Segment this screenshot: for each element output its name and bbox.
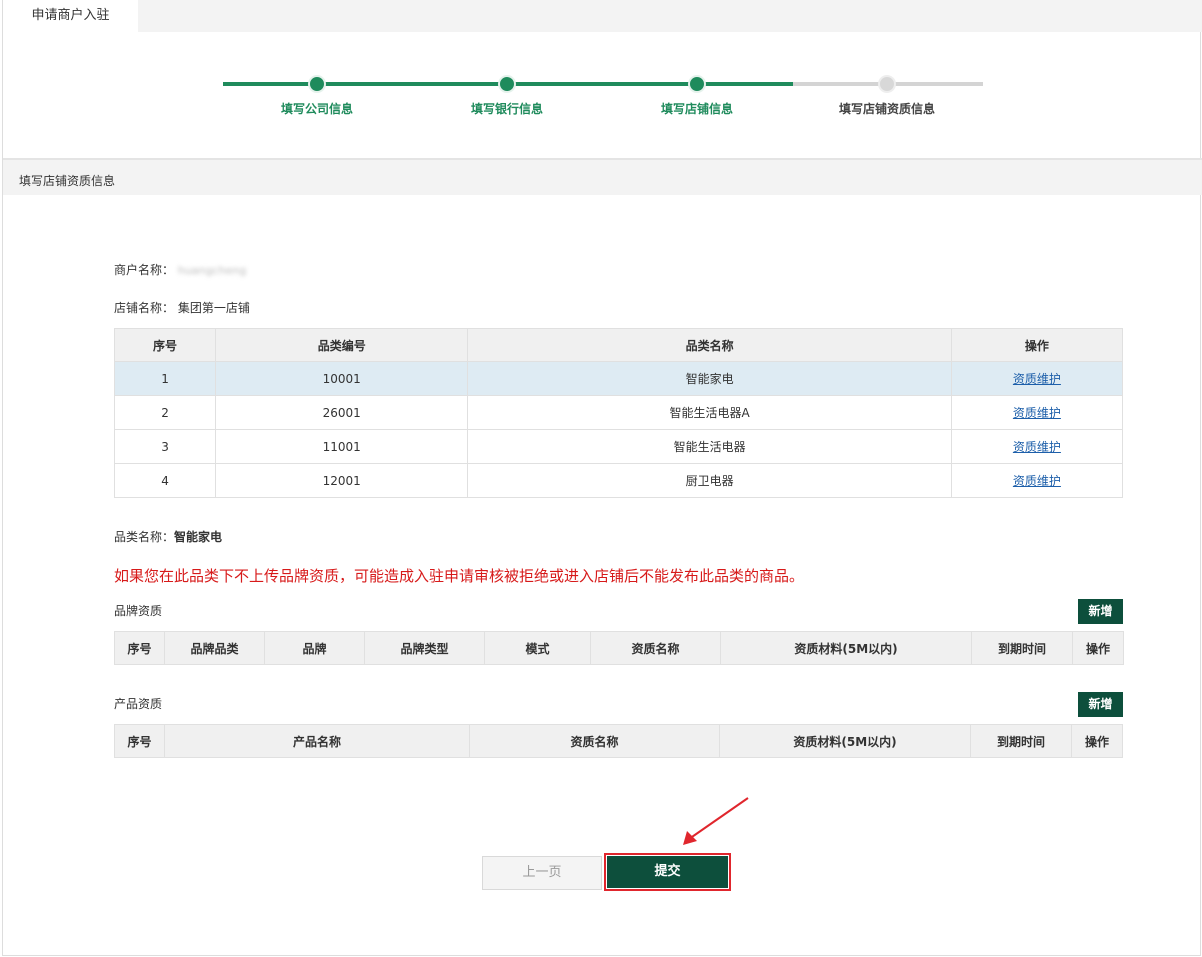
page-frame: 申请商户入驻 填写公司信息 填写银行信息 填写店铺信息 填写店铺资质信息 填写店…: [2, 0, 1202, 956]
step-3-dot: [688, 75, 706, 93]
header-qualification-material: 资质材料(5M以内): [719, 724, 971, 758]
section-title: 填写店铺资质信息: [19, 174, 116, 188]
row-no: 3: [113, 429, 217, 464]
header-product-name: 产品名称: [164, 724, 470, 758]
tab-bar: 申请商户入驻: [3, 0, 1202, 32]
step-1-label: 填写公司信息: [280, 102, 353, 116]
selected-category-row: 品类名称：智能家电: [114, 528, 222, 545]
row-name: 厨卫电器: [467, 463, 952, 498]
table-row[interactable]: 2 26001 智能生活电器A 资质维护: [113, 395, 1124, 430]
header-expiry: 到期时间: [971, 631, 1073, 665]
header-brand-type: 品牌类型: [364, 631, 485, 665]
row-name: 智能生活电器A: [467, 395, 952, 430]
add-product-qualification-button[interactable]: 新增: [1078, 692, 1123, 717]
step-2-label: 填写银行信息: [470, 102, 543, 116]
step-4-dot: [878, 75, 896, 93]
table-row[interactable]: 1 10001 智能家电 资质维护: [113, 361, 1124, 396]
selected-category-label: 品类名称：: [114, 530, 175, 544]
store-name-value: 集团第一店铺: [177, 301, 250, 315]
step-4-label: 填写店铺资质信息: [838, 102, 935, 116]
submit-button[interactable]: 提交: [607, 856, 728, 888]
store-name-label: 店铺名称：: [114, 301, 175, 315]
row-name: 智能生活电器: [467, 429, 952, 464]
header-mode: 模式: [484, 631, 591, 665]
row-no: 2: [113, 395, 217, 430]
qualification-maintain-link[interactable]: 资质维护: [1013, 406, 1061, 420]
product-qualification-table: 序号 产品名称 资质名称 资质材料(5M以内) 到期时间 操作: [114, 724, 1123, 758]
header-no: 序号: [114, 724, 165, 758]
step-2-dot: [498, 75, 516, 93]
row-code: 12001: [215, 463, 469, 498]
row-no: 4: [113, 463, 217, 498]
tab-apply-merchant[interactable]: 申请商户入驻: [3, 0, 138, 32]
header-brand-category: 品牌品类: [164, 631, 265, 665]
row-action-cell: 资质维护: [950, 361, 1124, 396]
selected-category-value: 智能家电: [174, 530, 223, 544]
qualification-maintain-link[interactable]: 资质维护: [1013, 372, 1061, 386]
section-header: 填写店铺资质信息: [3, 158, 1202, 195]
add-brand-qualification-button[interactable]: 新增: [1078, 599, 1123, 624]
header-code: 品类编号: [215, 328, 469, 362]
brand-qualification-title: 品牌资质: [114, 604, 163, 618]
header-name: 品类名称: [467, 328, 952, 362]
table-row[interactable]: 3 11001 智能生活电器 资质维护: [113, 429, 1124, 464]
annotation-arrow-icon: [683, 797, 749, 845]
header-expiry: 到期时间: [970, 724, 1072, 758]
warning-message: 如果您在此品类下不上传品牌资质，可能造成入驻申请审核被拒绝或进入店铺后不能发布此…: [114, 567, 805, 585]
table-header-row: 序号 品牌品类 品牌 品牌类型 模式 资质名称 资质材料(5M以内) 到期时间 …: [114, 631, 1124, 665]
header-no: 序号: [113, 328, 217, 362]
header-brand: 品牌: [264, 631, 365, 665]
header-qualification-material: 资质材料(5M以内): [720, 631, 972, 665]
header-qualification-name: 资质名称: [590, 631, 721, 665]
row-action-cell: 资质维护: [950, 395, 1124, 430]
row-action-cell: 资质维护: [950, 429, 1124, 464]
qualification-maintain-link[interactable]: 资质维护: [1013, 474, 1061, 488]
step-3-label: 填写店铺信息: [660, 102, 733, 116]
previous-page-button[interactable]: 上一页: [482, 856, 602, 890]
row-name: 智能家电: [467, 361, 952, 396]
product-qualification-title: 产品资质: [114, 697, 163, 711]
table-row[interactable]: 4 12001 厨卫电器 资质维护: [113, 463, 1124, 498]
table-header-row: 序号 品类编号 品类名称 操作: [113, 328, 1124, 362]
header-action: 操作: [1072, 631, 1124, 665]
row-no: 1: [113, 361, 217, 396]
header-action: 操作: [950, 328, 1124, 362]
row-code: 26001: [215, 395, 469, 430]
store-name-row: 店铺名称： 集团第一店铺: [114, 299, 250, 316]
progress-steps: 填写公司信息 填写银行信息 填写店铺信息 填写店铺资质信息: [3, 32, 1202, 158]
row-code: 11001: [215, 429, 469, 464]
header-qualification-name: 资质名称: [469, 724, 720, 758]
row-action-cell: 资质维护: [950, 463, 1124, 498]
header-action: 操作: [1071, 724, 1123, 758]
header-no: 序号: [114, 631, 165, 665]
table-header-row: 序号 产品名称 资质名称 资质材料(5M以内) 到期时间 操作: [114, 724, 1123, 758]
merchant-name-label: 商户名称：: [114, 263, 175, 277]
qualification-maintain-link[interactable]: 资质维护: [1013, 440, 1061, 454]
step-1-dot: [308, 75, 326, 93]
row-code: 10001: [215, 361, 469, 396]
category-table: 序号 品类编号 品类名称 操作 1 10001 智能家电 资质维护 2 2600…: [113, 328, 1124, 498]
merchant-name-row: 商户名称： huangcheng: [114, 261, 246, 278]
merchant-name-value: huangcheng: [177, 264, 247, 277]
brand-qualification-table: 序号 品牌品类 品牌 品牌类型 模式 资质名称 资质材料(5M以内) 到期时间 …: [114, 631, 1124, 665]
